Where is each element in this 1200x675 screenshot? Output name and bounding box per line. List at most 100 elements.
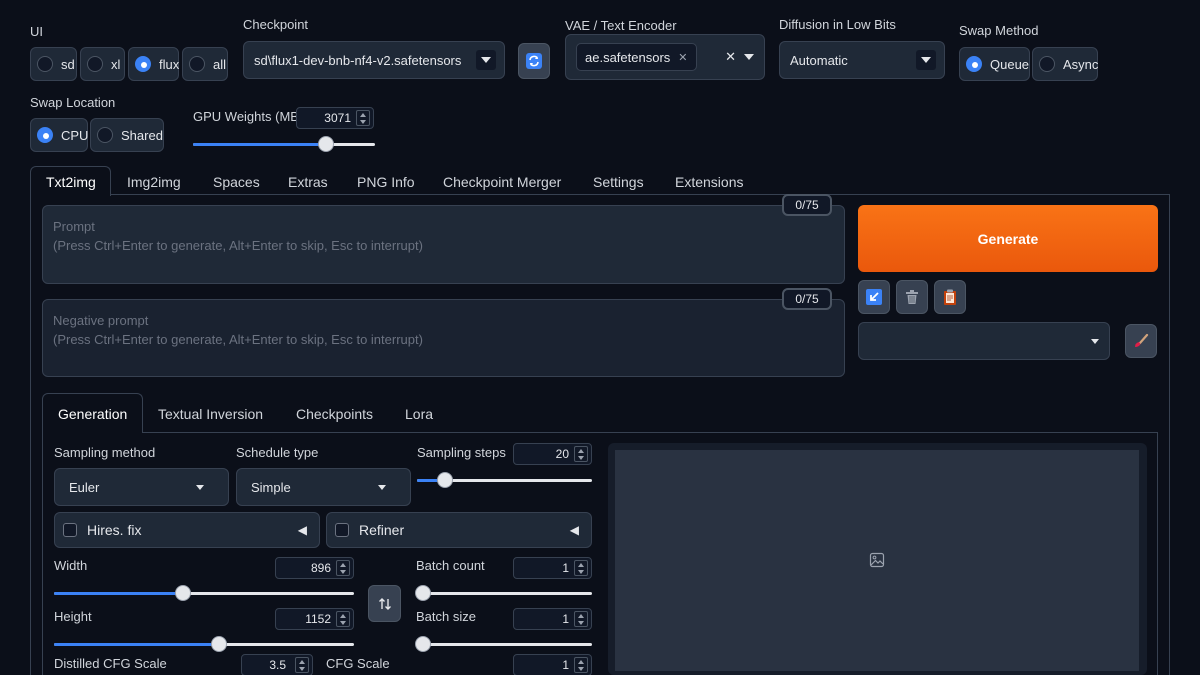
tab-checkpoints[interactable]: Checkpoints [296,406,373,422]
width-input[interactable]: 896 [275,557,354,579]
checkpoint-value: sd\flux1-dev-bnb-nf4-v2.safetensors [254,52,462,68]
prompt-textarea[interactable]: Prompt (Press Ctrl+Enter to generate, Al… [42,205,845,284]
sampling-steps-label: Sampling steps [417,445,506,460]
slider-thumb[interactable] [437,472,453,488]
distilled-cfg-value: 3.5 [269,658,286,672]
stepper-icon[interactable] [295,657,309,673]
ui-radio-sd[interactable]: sd [30,47,77,81]
refresh-icon [526,53,542,69]
ui-radio-flux[interactable]: flux [128,47,179,81]
slider-thumb[interactable] [211,636,227,652]
tab-checkpoint-merger[interactable]: Checkpoint Merger [443,174,561,190]
radio-label: Async [1063,56,1099,72]
ui-radio-all[interactable]: all [182,47,228,81]
batch-count-slider[interactable] [415,585,592,601]
gpu-weights-slider[interactable] [193,136,375,152]
vae-dropdown[interactable]: ae.safetensors ✕ ✕ [565,34,765,80]
sampling-steps-slider[interactable] [417,472,592,488]
chip-remove-icon[interactable]: ✕ [678,51,687,64]
batch-count-label: Batch count [416,558,485,573]
stepper-icon[interactable] [356,110,370,126]
tab-generation[interactable]: Generation [58,406,127,422]
tab-extensions[interactable]: Extensions [675,174,743,190]
arrow-down-left-icon [866,289,882,305]
styles-dropdown[interactable] [858,322,1110,360]
tab-img2img[interactable]: Img2img [127,174,181,190]
tab-spaces[interactable]: Spaces [213,174,260,190]
stepper-icon[interactable] [336,611,350,627]
radio-indicator [87,56,103,72]
schedule-type-dropdown[interactable]: Simple [236,468,411,506]
swap-dimensions-button[interactable] [368,585,401,622]
prompt-token-counter: 0/75 [782,194,832,216]
stepper-icon[interactable] [574,446,588,462]
slider-thumb[interactable] [317,136,334,152]
sampling-method-dropdown[interactable]: Euler [54,468,229,506]
clear-icon[interactable]: ✕ [725,49,736,65]
tab-textual-inversion[interactable]: Textual Inversion [158,406,263,422]
chevron-down-icon [916,50,936,70]
slider-thumb[interactable] [415,636,431,652]
height-input[interactable]: 1152 [275,608,354,630]
refiner-accordion[interactable]: Refiner ◀ [326,512,592,548]
swap-method-label: Swap Method [959,23,1039,38]
batch-size-input[interactable]: 1 [513,608,592,630]
generate-button[interactable]: Generate [858,205,1158,272]
swap-method-async[interactable]: Async [1032,47,1098,81]
hires-fix-accordion[interactable]: Hires. fix ◀ [54,512,320,548]
swap-method-queue[interactable]: Queue [959,47,1030,81]
tab-txt2img[interactable]: Txt2img [46,174,96,190]
stepper-icon[interactable] [574,611,588,627]
width-value: 896 [310,561,331,575]
diffusion-low-bits-dropdown[interactable]: Automatic [779,41,945,79]
swap-location-cpu[interactable]: CPU [30,118,88,152]
height-label: Height [54,609,92,624]
cfg-scale-input[interactable]: 1 [513,654,592,675]
edit-styles-button[interactable] [1125,324,1157,358]
radio-indicator [37,56,53,72]
sampling-method-label: Sampling method [54,445,156,460]
gpu-weights-value: 3071 [324,111,351,125]
chevron-down-icon [1091,338,1099,344]
batch-size-slider[interactable] [415,636,592,652]
chevron-down-icon [476,50,496,70]
stepper-icon[interactable] [336,560,350,576]
batch-size-value: 1 [562,612,569,626]
tab-extras[interactable]: Extras [288,174,328,190]
read-params-button[interactable] [858,280,890,314]
batch-count-input[interactable]: 1 [513,557,592,579]
tab-settings[interactable]: Settings [593,174,644,190]
refresh-button[interactable] [518,43,550,79]
stepper-icon[interactable] [574,560,588,576]
tab-lora[interactable]: Lora [405,406,433,422]
swap-location-shared[interactable]: Shared [90,118,164,152]
stepper-icon[interactable] [574,657,588,673]
collapse-arrow-icon[interactable]: ◀ [298,523,307,537]
negative-prompt-token-counter: 0/75 [782,288,832,310]
negative-prompt-textarea[interactable]: Negative prompt (Press Ctrl+Enter to gen… [42,299,845,377]
distilled-cfg-input[interactable]: 3.5 [241,654,313,675]
clear-prompt-button[interactable] [896,280,928,314]
radio-indicator [1039,56,1055,72]
collapse-arrow-icon[interactable]: ◀ [570,523,579,537]
hires-fix-checkbox[interactable] [63,523,77,537]
refiner-checkbox[interactable] [335,523,349,537]
checkpoint-dropdown[interactable]: sd\flux1-dev-bnb-nf4-v2.safetensors [243,41,505,79]
sampling-steps-input[interactable]: 20 [513,443,592,465]
slider-thumb[interactable] [175,585,191,601]
ui-radio-xl[interactable]: xl [80,47,125,81]
paste-styles-button[interactable] [934,280,966,314]
slider-thumb[interactable] [415,585,431,601]
gpu-weights-input[interactable]: 3071 [296,107,374,129]
height-slider[interactable] [54,636,354,652]
slider-fill [54,592,183,595]
swap-location-label: Swap Location [30,95,116,110]
cfg-scale-label: CFG Scale [326,656,390,671]
radio-indicator [37,127,53,143]
tab-png-info[interactable]: PNG Info [357,174,415,190]
width-slider[interactable] [54,585,354,601]
vae-chip-label: ae.safetensors [585,49,671,65]
radio-label: Shared [121,127,163,143]
radio-indicator [189,56,205,72]
prompt-placeholder-hint: (Press Ctrl+Enter to generate, Alt+Enter… [53,238,423,253]
